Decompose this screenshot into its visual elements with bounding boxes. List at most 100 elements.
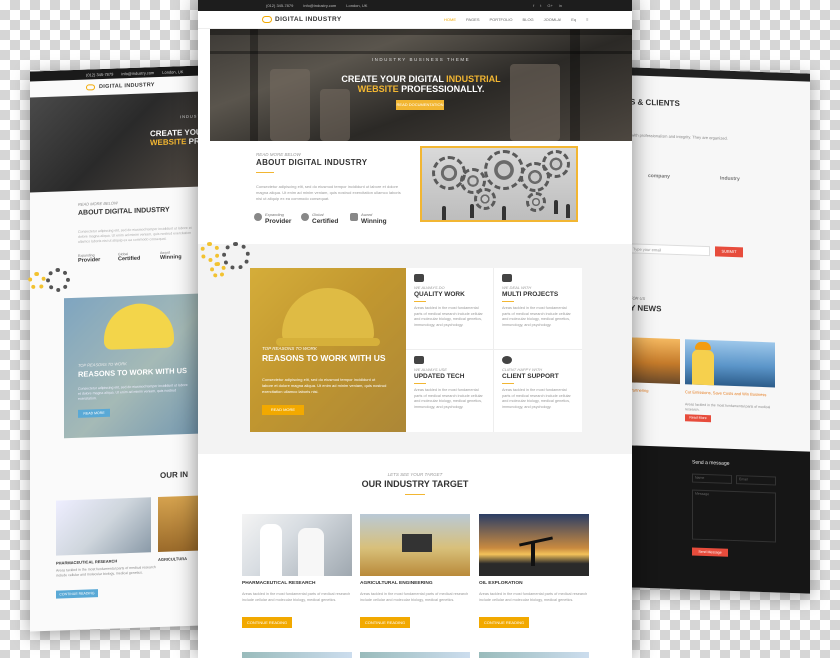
service-multi-projects: WE DEAL WITH MULTI PROJECTS Areas tackle…	[494, 268, 582, 350]
card-title-agricultural: AGRICULTURAL ENGINEERING	[360, 581, 433, 586]
nav-joomla[interactable]: JOOMLA!	[544, 17, 562, 22]
right-worker-shape	[692, 349, 714, 386]
read-documentation-button[interactable]: READ DOCUMENTATION	[396, 100, 444, 110]
center-hero: INDUSTRY BUSINESS THEME CREATE YOUR DIGI…	[210, 29, 632, 141]
services-grid: WE ALWAYS DO QUALITY WORK Areas tackled …	[406, 268, 582, 432]
left-feature-provider: Expanding Provider	[78, 253, 101, 264]
google-plus-icon[interactable]: G+	[547, 3, 552, 8]
card-image-agricultural[interactable]	[360, 514, 470, 576]
center-about-text: Consectetur adipiscing elit, sed do eius…	[256, 184, 401, 201]
center-page-preview: (012) 345-7879 info@industry.com London,…	[198, 0, 632, 658]
right-email-field[interactable]: Email	[736, 475, 776, 486]
left-card-title-agri: AGRICULTURA	[158, 556, 188, 563]
left-location: London, UK	[162, 68, 184, 75]
right-news-description: Areas tackled in the most fundamental pa…	[685, 402, 771, 412]
twitter-icon[interactable]: t	[540, 3, 541, 8]
center-hero-title: CREATE YOUR DIGITAL INDUSTRIAL WEBSITE P…	[341, 74, 501, 95]
right-clients-title: S & CLIENTS	[630, 97, 680, 109]
left-about-text: Consectetur adipiscing elit, sed do eius…	[78, 225, 192, 244]
center-logo-icon[interactable]	[262, 16, 272, 23]
center-brand[interactable]: DIGITAL INDUSTRY	[275, 16, 342, 23]
small-yellow-gear-icon	[210, 262, 226, 278]
right-contact-title: Send a message	[692, 459, 730, 467]
left-card-button-pharma[interactable]: CONTINUE READING	[56, 589, 98, 599]
card-image-pharmaceutical[interactable]	[242, 514, 352, 576]
reasons-read-more-button[interactable]: READ MORE	[262, 405, 304, 415]
right-hard-hat-shape	[695, 341, 711, 351]
right-subscribe-input[interactable]: Type your email	[630, 243, 710, 257]
left-reasons-button[interactable]: READ MORE	[78, 408, 110, 418]
card-title-pharmaceutical: PHARMACEUTICAL RESEARCH	[242, 581, 316, 586]
right-news-pretitle: FOR US	[630, 295, 646, 301]
certificate-icon	[301, 213, 309, 221]
center-reasons-title: REASONS TO WORK WITH US	[262, 353, 386, 363]
card-text-agricultural: Areas tackled in the most fundamental pa…	[360, 592, 469, 602]
service-updated-tech: WE ALWAYS USE UPDATED TECH Areas tackled…	[406, 350, 494, 432]
center-location: London, UK	[346, 3, 368, 8]
card-text-oil: Areas tackled in the most fundamental pa…	[479, 592, 588, 602]
right-client-logo-2: Industry	[720, 175, 740, 183]
left-brand[interactable]: DIGITAL INDUSTRY	[99, 82, 155, 90]
card-title-oil: OIL EXPLORATION	[479, 581, 523, 586]
left-yellow-gear-icon	[28, 272, 46, 290]
left-card-image-pharma	[56, 497, 151, 556]
center-phone: (012) 345-7879	[266, 3, 294, 8]
continue-reading-button-agricultural[interactable]: CONTINUE READING	[360, 617, 410, 628]
center-email: info@industry.com	[303, 3, 337, 8]
left-feature-certified: Global Certified	[118, 252, 141, 263]
gears-image	[420, 146, 578, 222]
right-news-caption-2[interactable]: Cut Emissions, Save Costs and Win Busine…	[685, 389, 775, 397]
linkedin-icon[interactable]: in	[559, 3, 562, 8]
left-phone: (012) 345-7879	[86, 71, 114, 78]
card-image-oil[interactable]	[479, 514, 589, 576]
left-logo-icon	[86, 84, 95, 91]
center-topbar: (012) 345-7879 info@industry.com London,…	[198, 0, 632, 11]
center-nav-menu: HOME PAGES PORTFOLIO BLOG JOOMLA! Eq ≡	[444, 17, 588, 22]
dark-gear-icon	[222, 242, 250, 270]
lifebuoy-icon	[502, 356, 512, 364]
right-read-more-button[interactable]: Read More	[685, 414, 711, 423]
service-quality-work: WE ALWAYS DO QUALITY WORK Areas tackled …	[406, 268, 494, 350]
nav-portfolio[interactable]: PORTFOLIO	[490, 17, 513, 22]
right-news-caption-1[interactable]: Partnering	[630, 387, 648, 393]
left-target-title: OUR IN	[160, 469, 188, 480]
left-dark-gear-icon	[46, 268, 70, 292]
nav-pages[interactable]: PAGES	[466, 17, 480, 22]
left-about-title: ABOUT DIGITAL INDUSTRY	[78, 206, 170, 217]
center-about-divider	[256, 172, 274, 173]
right-submit-button[interactable]: SUBMIT	[715, 246, 743, 258]
nav-blog[interactable]: BLOG	[523, 17, 534, 22]
right-send-message-button[interactable]: Send Message	[692, 547, 728, 557]
link-icon	[502, 274, 512, 282]
left-helmet-shape	[104, 302, 174, 350]
right-news-title: Y NEWS	[630, 303, 662, 314]
center-target-title: OUR INDUSTRY TARGET	[361, 479, 469, 489]
service-client-support: CLIENT HAPPY WITH CLIENT SUPPORT Areas t…	[494, 350, 582, 432]
nav-home[interactable]: HOME	[444, 17, 456, 22]
menu-icon[interactable]: ≡	[586, 17, 588, 22]
center-reasons-pretitle: TOP REASONS TO WORK	[262, 346, 317, 351]
right-clients-text: ...s with professionalism and integrity.…	[625, 132, 728, 141]
bottom-image-strip-1	[242, 652, 352, 658]
bottom-image-strip-3	[479, 652, 589, 658]
left-feature-winning: Award Winning	[160, 250, 182, 261]
bottom-image-strip-2	[360, 652, 470, 658]
center-navbar: DIGITAL INDUSTRY HOME PAGES PORTFOLIO BL…	[198, 11, 632, 29]
trophy-icon	[350, 213, 358, 221]
nav-language[interactable]: Eq	[571, 17, 576, 22]
center-hero-pretitle: INDUSTRY BUSINESS THEME	[371, 57, 471, 62]
globe-icon	[254, 213, 262, 221]
yellow-gear-icon	[200, 242, 220, 262]
right-news-image-1[interactable]	[630, 337, 680, 385]
right-name-field[interactable]: Name	[692, 473, 732, 484]
center-feature-provider: Expanding Provider	[254, 212, 291, 225]
continue-reading-button-pharmaceutical[interactable]: CONTINUE READING	[242, 617, 292, 628]
continue-reading-button-oil[interactable]: CONTINUE READING	[479, 617, 529, 628]
center-target-divider	[405, 494, 425, 495]
facebook-icon[interactable]: f	[533, 3, 534, 8]
left-card-title-pharma: PHARMACEUTICAL RESEARCH	[56, 558, 118, 566]
area-chart-icon	[414, 356, 424, 364]
left-about-pretitle: READ MORE BELOW	[78, 200, 118, 207]
right-message-field[interactable]: Message	[692, 489, 776, 543]
center-reasons-text: Consectetur adipiscing elit, sed do eius…	[262, 377, 387, 394]
